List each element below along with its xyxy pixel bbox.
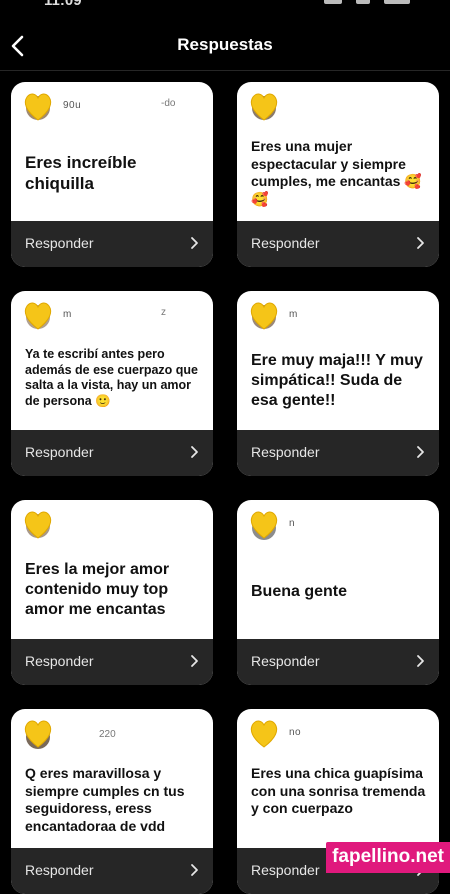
reply-label: Responder — [251, 235, 320, 251]
reply-button[interactable]: Responder — [11, 848, 213, 894]
chevron-right-icon — [189, 654, 199, 668]
avatar[interactable] — [21, 506, 55, 540]
avatar[interactable] — [247, 88, 281, 122]
response-message: Ere muy maja!!! Y muy simpática!! Suda d… — [251, 352, 423, 409]
response-message: Q eres maravillosa y siempre cumples cn … — [25, 765, 185, 834]
username: m — [63, 309, 72, 320]
reply-button[interactable]: Responder — [11, 221, 213, 267]
username-fragment: -do — [161, 98, 176, 109]
response-card[interactable]: n Buena gente Responder — [237, 500, 439, 685]
response-card[interactable]: 220 Q eres maravillosa y siempre cumples… — [11, 709, 213, 894]
reply-label: Responder — [251, 444, 320, 460]
reply-label: Responder — [251, 862, 320, 878]
username-fragment: z — [161, 307, 166, 318]
chevron-right-icon — [189, 445, 199, 459]
reply-button[interactable]: Responder — [237, 430, 439, 476]
reply-button[interactable]: Responder — [237, 639, 439, 685]
avatar[interactable] — [21, 715, 55, 749]
yellow-heart-icon — [24, 302, 52, 330]
avatar[interactable] — [247, 715, 281, 749]
response-card[interactable]: Eres la mejor amor contenido muy top amo… — [11, 500, 213, 685]
username-fragment: 220 — [99, 729, 116, 740]
username: no — [289, 727, 302, 738]
reply-button[interactable]: Responder — [11, 639, 213, 685]
reply-label: Responder — [25, 862, 94, 878]
responses-grid: 90u -do Eres increíble chiquilla Respond… — [0, 0, 450, 894]
username: n — [289, 518, 296, 529]
reply-label: Responder — [25, 653, 94, 669]
response-message: Eres una mujer espectacular y siempre cu… — [251, 138, 422, 207]
chevron-right-icon — [415, 236, 425, 250]
response-card[interactable]: m z Ya te escribí antes pero además de e… — [11, 291, 213, 476]
yellow-heart-icon — [250, 511, 278, 540]
chevron-right-icon — [415, 654, 425, 668]
yellow-heart-icon — [24, 93, 52, 121]
reply-button[interactable]: Responder — [237, 221, 439, 267]
avatar[interactable] — [21, 88, 55, 122]
avatar[interactable] — [247, 297, 281, 331]
reply-label: Responder — [25, 444, 94, 460]
chevron-right-icon — [189, 863, 199, 877]
response-message: Ya te escribí antes pero además de ese c… — [25, 347, 198, 408]
response-card[interactable]: 90u -do Eres increíble chiquilla Respond… — [11, 82, 213, 267]
reply-button[interactable]: Responder — [11, 430, 213, 476]
yellow-heart-icon — [250, 302, 278, 330]
chevron-right-icon — [189, 236, 199, 250]
response-card[interactable]: Eres una mujer espectacular y siempre cu… — [237, 82, 439, 267]
reply-label: Responder — [25, 235, 94, 251]
username: m — [289, 309, 298, 320]
avatar[interactable] — [21, 297, 55, 331]
avatar[interactable] — [247, 506, 281, 540]
username: 90u — [63, 100, 82, 111]
yellow-heart-icon — [250, 93, 278, 121]
response-message: Buena gente — [251, 583, 348, 600]
response-message: Eres la mejor amor contenido muy top amo… — [25, 561, 170, 618]
watermark: fapellino.net — [326, 842, 450, 873]
response-message: Eres increíble chiquilla — [25, 153, 137, 194]
yellow-heart-icon — [24, 720, 52, 749]
chevron-right-icon — [415, 445, 425, 459]
reply-label: Responder — [251, 653, 320, 669]
yellow-heart-icon — [250, 720, 278, 748]
response-message: Eres una chica guapísima con una sonrisa… — [251, 765, 426, 816]
yellow-heart-icon — [24, 511, 52, 539]
response-card[interactable]: m Ere muy maja!!! Y muy simpática!! Suda… — [237, 291, 439, 476]
